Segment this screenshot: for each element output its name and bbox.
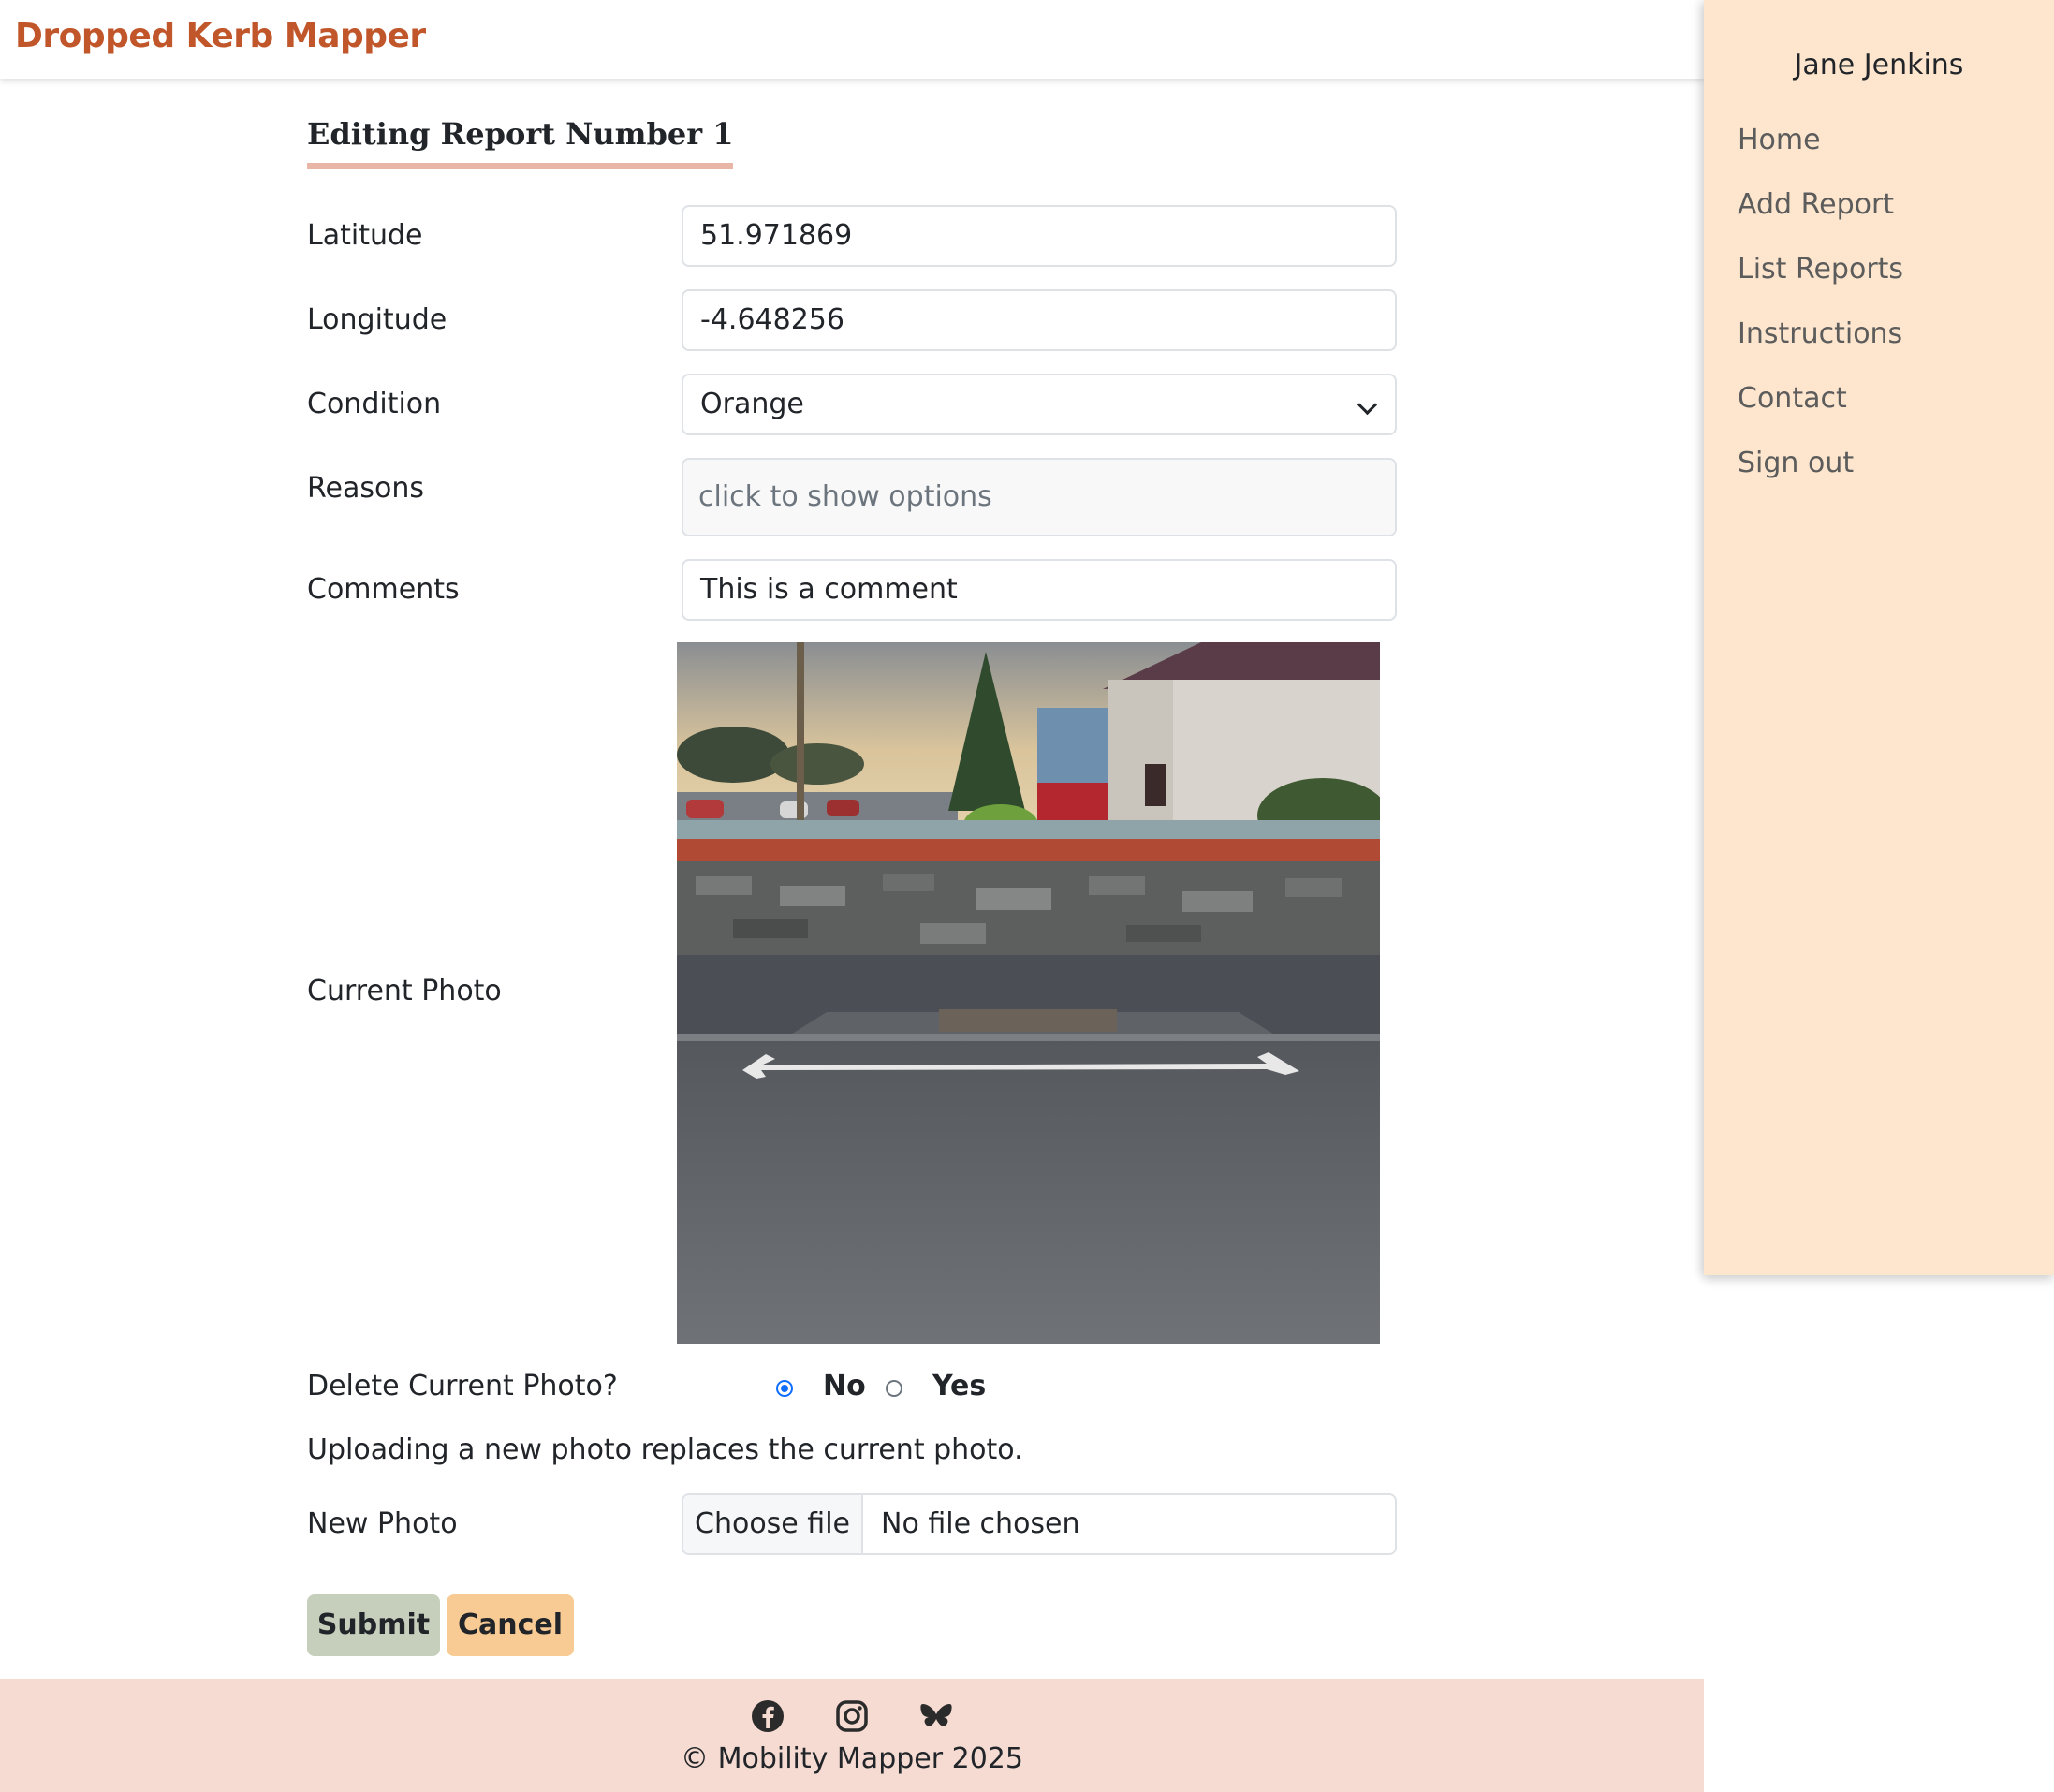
sidebar-item-home[interactable]: Home (1738, 124, 1821, 156)
longitude-input[interactable]: -4.648256 (682, 289, 1397, 351)
delete-photo-yes-label[interactable]: Yes (932, 1370, 986, 1403)
delete-photo-no-label[interactable]: No (823, 1370, 866, 1403)
sidebar-item-contact[interactable]: Contact (1738, 382, 1847, 415)
brand-logo[interactable]: Dropped Kerb Mapper (15, 17, 426, 55)
footer: © Mobility Mapper 2025 (0, 1679, 1704, 1792)
current-photo (677, 642, 1380, 1344)
sidebar-item-list-reports[interactable]: List Reports (1738, 253, 1903, 286)
delete-photo-label: Delete Current Photo? (307, 1370, 618, 1403)
instagram-icon[interactable] (833, 1697, 871, 1735)
sidebar-item-sign-out[interactable]: Sign out (1738, 447, 1854, 479)
condition-label: Condition (307, 388, 442, 420)
condition-select[interactable]: Orange (682, 374, 1397, 435)
sidebar-item-add-report[interactable]: Add Report (1738, 188, 1894, 221)
comments-label: Comments (307, 573, 460, 606)
user-name: Jane Jenkins (1794, 49, 1964, 81)
submit-button[interactable]: Submit (307, 1594, 440, 1656)
chevron-down-icon (1357, 394, 1378, 416)
facebook-icon[interactable] (749, 1697, 786, 1735)
longitude-label: Longitude (307, 303, 447, 336)
cancel-button[interactable]: Cancel (447, 1594, 574, 1656)
copyright-text: © Mobility Mapper 2025 (681, 1742, 1023, 1775)
latitude-label: Latitude (307, 219, 423, 252)
delete-photo-yes-radio[interactable] (886, 1380, 902, 1397)
delete-photo-no-radio[interactable] (776, 1380, 793, 1397)
top-navbar: Dropped Kerb Mapper (0, 0, 1704, 79)
file-status: No file chosen (881, 1507, 1080, 1540)
sidebar-item-instructions[interactable]: Instructions (1738, 317, 1902, 350)
upload-note: Uploading a new photo replaces the curre… (307, 1433, 1023, 1466)
bluesky-icon[interactable] (917, 1697, 955, 1735)
new-photo-file-input[interactable]: Choose file No file chosen (682, 1493, 1397, 1555)
choose-file-button[interactable]: Choose file (683, 1495, 863, 1553)
new-photo-label: New Photo (307, 1507, 458, 1540)
latitude-input[interactable]: 51.971869 (682, 205, 1397, 267)
page-title: Editing Report Number 1 (307, 116, 734, 169)
condition-value: Orange (700, 388, 804, 420)
reasons-multiselect[interactable]: click to show options (682, 458, 1397, 536)
comments-input[interactable]: This is a comment (682, 559, 1397, 621)
offcanvas-sidebar: Jane Jenkins Home Add Report List Report… (1704, 0, 2054, 1275)
current-photo-label: Current Photo (307, 975, 502, 1007)
reasons-label: Reasons (307, 472, 424, 505)
